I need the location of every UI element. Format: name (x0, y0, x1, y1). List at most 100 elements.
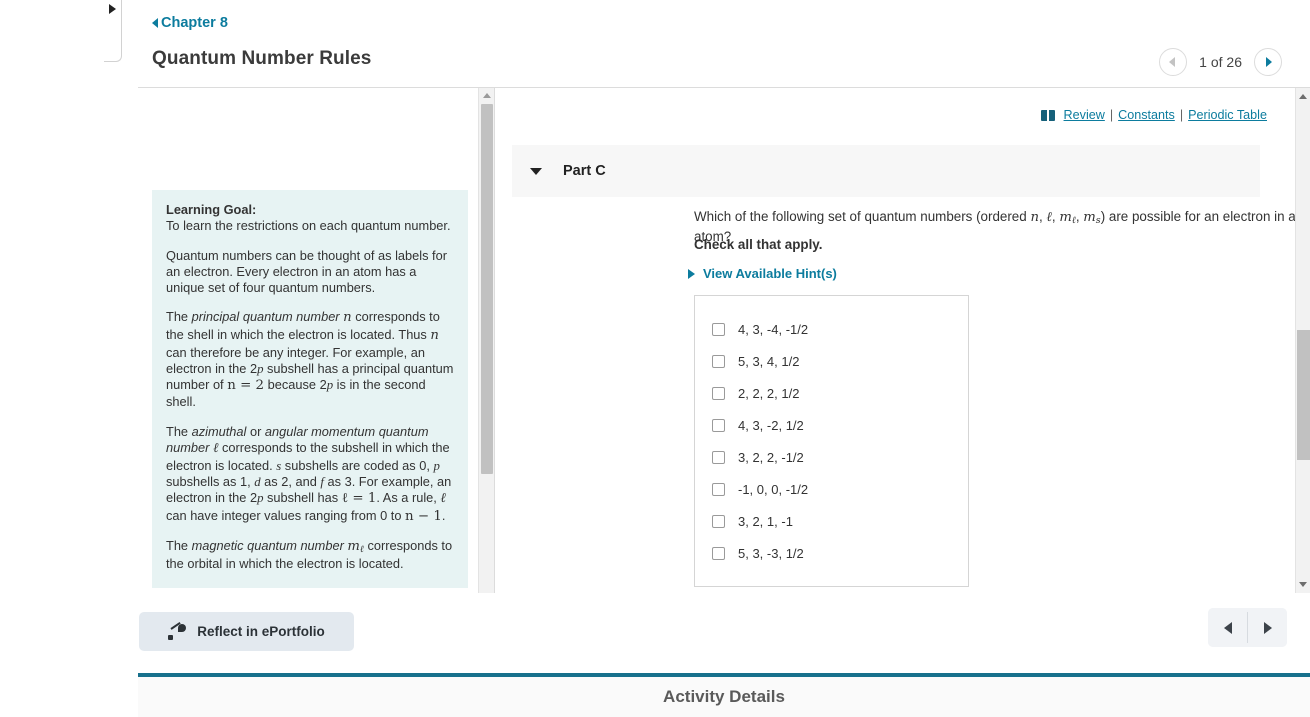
choice-row[interactable]: -1, 0, 0, -1/2 (695, 473, 968, 505)
math-ell: ℓ (440, 491, 446, 507)
text-fragment: subshells are coded as 0, (281, 457, 434, 473)
choice-label: 3, 2, 2, -1/2 (738, 449, 804, 465)
math-n-minus-1: n − 1 (405, 508, 442, 524)
page-header: Chapter 8 Quantum Number Rules 1 of 26 (138, 0, 1310, 88)
text-fragment: . As a rule, (376, 490, 441, 506)
choice-label: 3, 2, 1, -1 (738, 513, 793, 529)
scrollbar-thumb[interactable] (1297, 330, 1310, 460)
view-hints-toggle[interactable]: View Available Hint(s) (688, 266, 837, 281)
math-m: m (1059, 210, 1072, 225)
periodic-table-link[interactable]: Periodic Table (1188, 108, 1267, 122)
scroll-down-icon[interactable] (1299, 582, 1307, 587)
text-fragment: Which of the following set of quantum nu… (694, 209, 1031, 224)
caret-down-icon[interactable] (530, 167, 542, 175)
intro-paragraph-2: Quantum numbers can be thought of as lab… (166, 247, 447, 296)
choice-row[interactable]: 3, 2, 1, -1 (695, 505, 968, 537)
link-separator: | (1109, 108, 1114, 122)
check-all-instruction: Check all that apply. (694, 237, 823, 252)
checkbox[interactable] (712, 354, 725, 368)
text-fragment: The (166, 423, 192, 439)
scrollbar-thumb[interactable] (481, 104, 493, 474)
choice-label: 5, 3, -3, 1/2 (738, 545, 804, 561)
intro-panel: Learning Goal: To learn the restrictions… (138, 88, 486, 593)
learning-goal-text: To learn the restrictions on each quantu… (166, 218, 451, 234)
checkbox[interactable] (712, 386, 725, 400)
learning-goal-title: Learning Goal: (166, 202, 257, 217)
intro-paragraph-3: The principal quantum number n correspon… (166, 309, 454, 410)
math-n: n (1030, 210, 1039, 225)
pager-next-button[interactable] (1254, 48, 1282, 76)
utility-links: Review | Constants | Periodic Table (1040, 108, 1267, 122)
math-m: m (1083, 210, 1096, 225)
learning-goal-paragraph: Learning Goal: To learn the restrictions… (166, 202, 454, 235)
part-c-header[interactable]: Part C (512, 145, 1260, 197)
intro-panel-scrollbar[interactable] (478, 88, 494, 593)
checkbox[interactable] (712, 322, 725, 336)
page-title: Quantum Number Rules (152, 48, 372, 69)
scroll-up-icon[interactable] (483, 93, 491, 98)
question-panel-scrollbar[interactable] (1295, 88, 1310, 593)
footer-next-button[interactable] (1248, 608, 1287, 647)
choice-label: 4, 3, -2, 1/2 (738, 417, 804, 433)
content-area: Learning Goal: To learn the restrictions… (138, 88, 1310, 593)
link-separator: | (1179, 108, 1184, 122)
text-fragment: The (166, 309, 192, 325)
choice-row[interactable]: 4, 3, -2, 1/2 (695, 409, 968, 441)
math-m: m (347, 538, 360, 554)
checkbox[interactable] (712, 418, 725, 432)
reflect-in-eportfolio-button[interactable]: Reflect in ePortfolio (139, 612, 354, 651)
part-label: Part C (563, 163, 606, 179)
math-p: p (433, 458, 440, 473)
scroll-up-icon[interactable] (1299, 94, 1307, 99)
choice-row[interactable]: 2, 2, 2, 1/2 (695, 377, 968, 409)
pager: 1 of 26 (1159, 48, 1282, 76)
text-fragment: subshells as 1, (166, 473, 255, 489)
learning-goal-box: Learning Goal: To learn the restrictions… (152, 190, 468, 589)
chevron-right-icon (1266, 57, 1272, 67)
math-ell-equals-1: ℓ = 1 (341, 491, 377, 507)
breadcrumb-chapter-link[interactable]: Chapter 8 (152, 15, 228, 31)
choice-row[interactable]: 5, 3, -3, 1/2 (695, 537, 968, 569)
reflect-in-eportfolio-label: Reflect in ePortfolio (197, 624, 325, 639)
pager-prev-button[interactable] (1159, 48, 1188, 76)
activity-details-bar[interactable]: Activity Details (138, 673, 1310, 717)
quill-icon (168, 621, 187, 640)
emphasis-azimuthal: azimuthal (191, 423, 247, 439)
emphasis-principal-quantum-number: principal quantum number (191, 309, 340, 325)
choice-label: -1, 0, 0, -1/2 (738, 481, 809, 497)
text-fragment: can have integer values ranging from 0 t… (166, 507, 406, 523)
intro-paragraph-4: The azimuthal or angular momentum quantu… (166, 424, 454, 525)
choice-label: 2, 2, 2, 1/2 (738, 385, 800, 401)
math-n: n (430, 328, 439, 344)
footer-nav-group (1208, 608, 1287, 647)
book-icon (1040, 109, 1056, 121)
text-fragment: because 2 (264, 377, 327, 393)
choice-row[interactable]: 5, 3, 4, 1/2 (695, 345, 968, 377)
choice-label: 5, 3, 4, 1/2 (738, 353, 800, 369)
footer-prev-button[interactable] (1208, 608, 1247, 647)
footer-toolbar: Reflect in ePortfolio (138, 593, 1310, 673)
question-panel: Review | Constants | Periodic Table Part… (495, 88, 1310, 593)
math-n-equals-2: n = 2 (227, 378, 265, 394)
text-fragment: subshell has (263, 490, 342, 506)
chevron-right-icon (1263, 621, 1272, 634)
text-fragment: as 2, and (260, 473, 321, 489)
triangle-right-icon (109, 4, 116, 14)
emphasis-magnetic-quantum-number: magnetic quantum number (191, 537, 344, 553)
checkbox[interactable] (712, 450, 725, 464)
choice-row[interactable]: 4, 3, -4, -1/2 (695, 313, 968, 345)
constants-link[interactable]: Constants (1118, 108, 1175, 122)
text-fragment: or (246, 423, 265, 439)
chevron-left-icon (1223, 621, 1232, 634)
checkbox[interactable] (712, 514, 725, 528)
expand-sidebar-button[interactable] (104, 0, 122, 62)
page-root: Chapter 8 Quantum Number Rules 1 of 26 L… (0, 0, 1310, 717)
chevron-left-icon (1169, 57, 1176, 67)
chevron-left-icon (152, 18, 158, 28)
choice-row[interactable]: 3, 2, 2, -1/2 (695, 441, 968, 473)
answer-choices-list: 4, 3, -4, -1/2 5, 3, 4, 1/2 2, 2, 2, 1/2… (694, 295, 969, 587)
text-fragment: . (441, 507, 446, 523)
checkbox[interactable] (712, 546, 725, 560)
review-link[interactable]: Review (1064, 108, 1105, 122)
checkbox[interactable] (712, 482, 725, 496)
